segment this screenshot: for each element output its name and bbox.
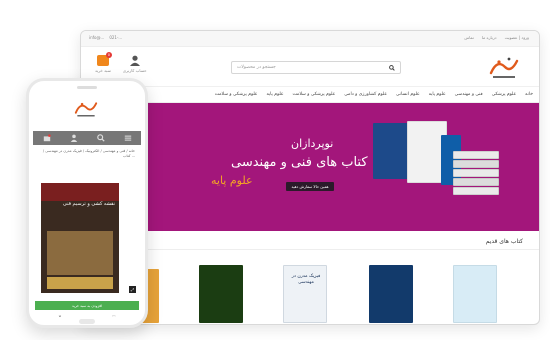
nav-item[interactable]: علوم پزشکی [492, 92, 516, 97]
zoom-icon[interactable]: ⤢ [129, 286, 136, 293]
nav-item[interactable]: علوم پایه [429, 92, 446, 97]
banner-book [453, 187, 499, 195]
banner-cta-button[interactable]: همین حالا سفارش دهید [286, 182, 334, 191]
banner-brand: نوپردازان [291, 137, 334, 150]
banner-subheadline: علوم پایه [211, 174, 253, 187]
phone-search-icon[interactable] [96, 134, 105, 142]
phone-breadcrumb: خانه / فنی و مهندسی / الکترونیک / فیزیک … [42, 149, 135, 158]
nav-item[interactable]: علوم پزشکی و سلامت [293, 92, 336, 97]
account-button[interactable]: حساب کاربری [123, 55, 147, 73]
book-cover-art [47, 231, 113, 275]
search-placeholder: جستجو در محصولات [237, 65, 276, 70]
add-to-cart-button[interactable]: افزودن به سبد خرید [35, 301, 139, 310]
banner-book [453, 160, 499, 168]
desktop-browser-mockup: info@... 021-... تماس درباره ما ورود | ع… [80, 30, 540, 325]
nav-item[interactable]: علوم کشاورزی و دامی [344, 92, 387, 97]
close-icon[interactable]: ✕ [58, 314, 61, 318]
top-strip: info@... 021-... تماس درباره ما ورود | ع… [81, 31, 539, 47]
cart-icon: 0 [96, 52, 112, 66]
nav-item[interactable]: فنی و مهندسی [455, 92, 483, 97]
phone-user-icon[interactable] [70, 134, 78, 142]
book-cover-band [41, 183, 119, 201]
product-card[interactable] [199, 265, 243, 323]
phone-menu-icon[interactable] [124, 134, 132, 142]
phone-cart-icon[interactable] [43, 134, 51, 142]
section-divider [81, 249, 539, 250]
phone-mockup: خانه / فنی و مهندسی / الکترونیک / فیزیک … [26, 78, 148, 328]
product-card[interactable] [453, 265, 497, 323]
phone-product-image[interactable]: نقشه کشی و ترسیم فنی [41, 183, 119, 293]
heart-icon[interactable]: ♡ [112, 314, 116, 318]
phone-site-logo[interactable] [71, 97, 101, 119]
phone-speaker [77, 86, 97, 89]
cart-count-badge: 0 [105, 52, 112, 58]
banner-book [453, 151, 499, 159]
nav-item[interactable]: علوم پایه [267, 92, 284, 97]
topbar-right-item[interactable]: درباره ما [482, 35, 497, 40]
topbar-right-item[interactable]: تماس [464, 35, 474, 40]
phone-toolbar [33, 131, 141, 145]
site-logo[interactable] [487, 53, 521, 81]
search-input[interactable]: جستجو در محصولات [231, 61, 401, 74]
main-nav: خانه علوم پزشکی فنی و مهندسی علوم پایه ع… [81, 87, 539, 103]
book-cover-footer [47, 277, 113, 289]
phone-home-button[interactable] [79, 319, 95, 324]
phone-bottom-bar: ✕ ♡ [33, 312, 141, 318]
account-label: حساب کاربری [122, 68, 147, 73]
mockup-stage: info@... 021-... تماس درباره ما ورود | ع… [0, 0, 550, 340]
cart-label: سبد خرید [95, 68, 111, 73]
site-header: جستجو در محصولات 0 سبد خرید حساب کاربری [81, 47, 539, 87]
nav-item[interactable]: خانه [525, 92, 533, 97]
nav-item[interactable]: علوم پزشکی و سلامت [215, 92, 258, 97]
section-title: کتاب های قدیم [485, 238, 523, 245]
topbar-left-item[interactable]: info@... [89, 35, 104, 40]
phone-book-title: نقشه کشی و ترسیم فنی [62, 201, 115, 207]
search-icon[interactable] [389, 64, 395, 71]
cart-button[interactable]: 0 سبد خرید [95, 52, 112, 73]
product-card[interactable] [369, 265, 413, 323]
hero-banner[interactable]: نوپردازان کتاب های فنی و مهندسی علوم پای… [81, 103, 539, 231]
nav-item[interactable]: علوم انسانی [396, 92, 420, 97]
user-icon [129, 55, 140, 66]
banner-book [453, 169, 499, 177]
banner-book [373, 123, 411, 179]
phone-screen: خانه / فنی و مهندسی / الکترونیک / فیزیک … [33, 95, 141, 317]
topbar-right-item[interactable]: ورود | عضویت [505, 35, 529, 40]
banner-headline: کتاب های فنی و مهندسی [231, 155, 368, 170]
topbar-left-item[interactable]: 021-... [109, 35, 122, 40]
product-card[interactable]: فیزیک مدرن در مهندسی [283, 265, 327, 323]
product-title: فیزیک مدرن در مهندسی [291, 274, 321, 285]
banner-book [453, 178, 499, 186]
